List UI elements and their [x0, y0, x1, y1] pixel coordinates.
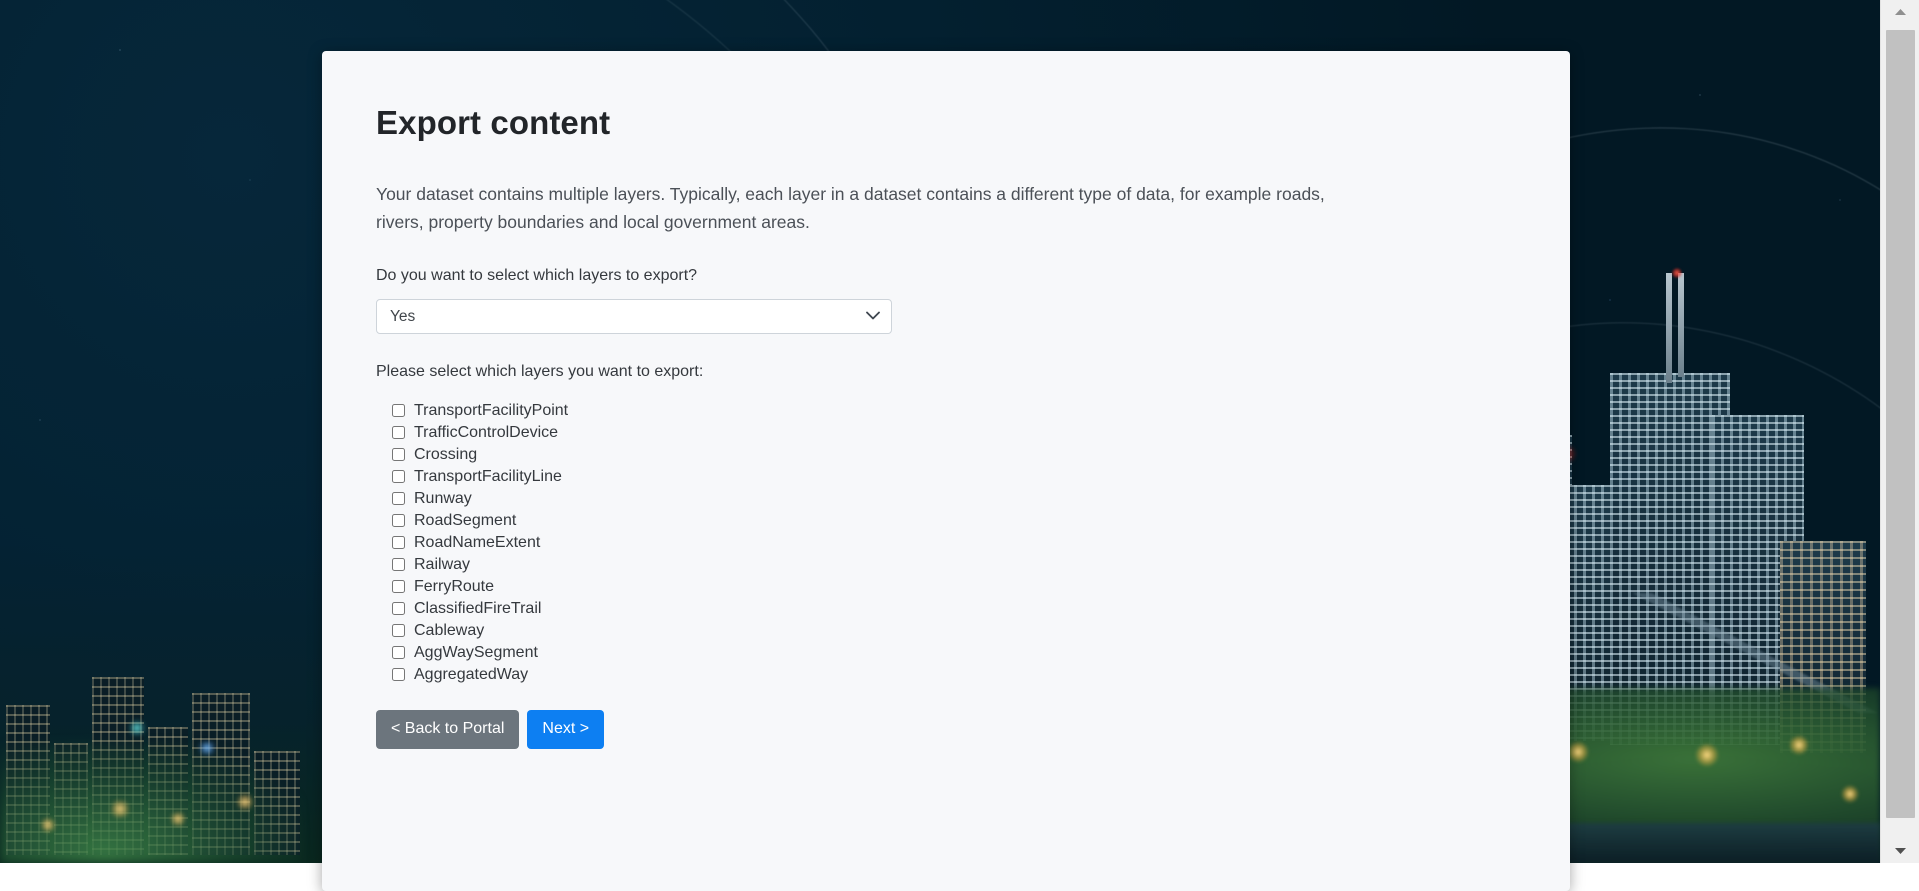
- back-to-portal-button[interactable]: < Back to Portal: [376, 709, 520, 749]
- layer-checkbox[interactable]: [392, 404, 405, 418]
- layer-checkbox[interactable]: [392, 646, 405, 660]
- page-title: Export content: [376, 104, 611, 141]
- page-scrollbar[interactable]: [1880, 0, 1919, 863]
- layer-label[interactable]: TransportFacilityPoint: [414, 400, 568, 422]
- select-layers-question-label: Do you want to select which layers to ex…: [376, 266, 698, 284]
- layer-label[interactable]: AggregatedWay: [414, 664, 528, 686]
- layer-checkbox[interactable]: [392, 668, 405, 682]
- layer-label[interactable]: Railway: [414, 554, 470, 576]
- list-item[interactable]: TransportFacilityLine: [392, 466, 1514, 488]
- next-button[interactable]: Next >: [527, 709, 605, 749]
- list-item[interactable]: AggregatedWay: [392, 664, 1514, 686]
- layer-label[interactable]: RoadNameExtent: [414, 532, 540, 554]
- street-light: [1695, 743, 1719, 767]
- layer-checkbox-list: TransportFacilityPoint TrafficControlDev…: [376, 400, 1514, 686]
- list-item[interactable]: Cableway: [392, 620, 1514, 642]
- layer-label[interactable]: AggWaySegment: [414, 642, 538, 664]
- layer-label[interactable]: RoadSegment: [414, 510, 516, 532]
- layer-label[interactable]: TrafficControlDevice: [414, 422, 558, 444]
- layer-label[interactable]: TransportFacilityLine: [414, 466, 562, 488]
- list-item[interactable]: ClassifiedFireTrail: [392, 598, 1514, 620]
- list-item[interactable]: RoadNameExtent: [392, 532, 1514, 554]
- layer-checkbox[interactable]: [392, 492, 405, 506]
- layer-label[interactable]: Crossing: [414, 444, 477, 466]
- wizard-button-row: < Back to Portal Next >: [376, 709, 1514, 749]
- layer-checkbox[interactable]: [392, 624, 405, 638]
- list-item[interactable]: TransportFacilityPoint: [392, 400, 1514, 422]
- layer-checkbox[interactable]: [392, 536, 405, 550]
- scroll-up-arrow-icon[interactable]: [1881, 0, 1919, 24]
- select-layers-choice-wrapper: Yes No: [376, 298, 892, 334]
- layer-label[interactable]: Runway: [414, 488, 472, 510]
- layer-label[interactable]: ClassifiedFireTrail: [414, 598, 541, 620]
- layer-list-label: Please select which layers you want to e…: [376, 362, 704, 380]
- layer-checkbox[interactable]: [392, 580, 405, 594]
- street-light: [1567, 741, 1589, 763]
- layer-label[interactable]: FerryRoute: [414, 576, 494, 598]
- street-light: [1789, 735, 1809, 755]
- layer-checkbox[interactable]: [392, 602, 405, 616]
- layer-checkbox[interactable]: [392, 514, 405, 528]
- list-item[interactable]: RoadSegment: [392, 510, 1514, 532]
- layer-checkbox[interactable]: [392, 448, 405, 462]
- scroll-down-arrow-icon[interactable]: [1881, 839, 1919, 863]
- list-item[interactable]: TrafficControlDevice: [392, 422, 1514, 444]
- select-layers-choice[interactable]: Yes No: [376, 298, 892, 334]
- left-skyline: [0, 543, 330, 863]
- list-item[interactable]: FerryRoute: [392, 576, 1514, 598]
- list-item[interactable]: AggWaySegment: [392, 642, 1514, 664]
- list-item[interactable]: Runway: [392, 488, 1514, 510]
- export-content-card: Export content Your dataset contains mul…: [322, 51, 1570, 891]
- layer-label[interactable]: Cableway: [414, 620, 484, 642]
- layer-checkbox[interactable]: [392, 558, 405, 572]
- layer-checkbox[interactable]: [392, 426, 405, 440]
- list-item[interactable]: Crossing: [392, 444, 1514, 466]
- scrollbar-thumb[interactable]: [1886, 30, 1915, 818]
- layer-checkbox[interactable]: [392, 470, 405, 484]
- intro-paragraph: Your dataset contains multiple layers. T…: [376, 183, 1325, 232]
- street-light: [1841, 785, 1859, 803]
- list-item[interactable]: Railway: [392, 554, 1514, 576]
